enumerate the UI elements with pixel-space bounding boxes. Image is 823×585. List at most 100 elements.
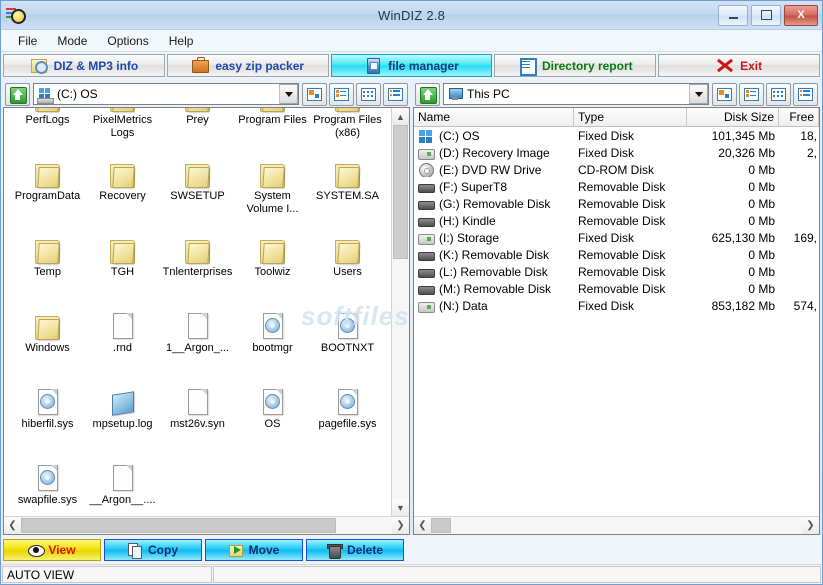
drive-row[interactable]: (F:) SuperT8Removable Disk0 Mb [414, 178, 819, 195]
file-item[interactable]: System Volume I... [235, 144, 310, 220]
column-header-name[interactable]: Name [414, 108, 574, 126]
file-item[interactable]: Toolwiz [235, 220, 310, 296]
file-item[interactable]: Prey [160, 108, 235, 144]
file-item[interactable]: swapfile.sys [10, 448, 85, 516]
file-item-label: Prey [161, 114, 235, 127]
file-item[interactable]: bootmgr [235, 296, 310, 372]
menu-file[interactable]: File [9, 32, 46, 50]
file-item[interactable]: mpsetup.log [85, 372, 160, 448]
menu-help[interactable]: Help [160, 32, 203, 50]
right-large-icons-view-button[interactable] [712, 83, 737, 106]
file-item[interactable]: Program Files [235, 108, 310, 144]
right-path-combobox[interactable]: This PC [443, 83, 709, 105]
column-header-disk-size[interactable]: Disk Size [687, 108, 779, 126]
file-item[interactable]: OS [235, 372, 310, 448]
folder-icon [184, 238, 212, 264]
menu-options[interactable]: Options [98, 32, 157, 50]
trash-icon [327, 543, 342, 557]
file-item-label: OS [236, 418, 310, 431]
file-item[interactable]: pagefile.sys [310, 372, 385, 448]
right-hscroll-left-button[interactable]: ❮ [414, 517, 431, 534]
file-item[interactable]: PerfLogs [10, 108, 85, 144]
move-button[interactable]: Move [205, 539, 303, 561]
left-path-combobox[interactable]: (C:) OS [33, 83, 299, 105]
delete-button[interactable]: Delete [306, 539, 404, 561]
right-details-view-button[interactable] [793, 83, 818, 106]
file-item[interactable]: .rnd [85, 296, 160, 372]
maximize-button[interactable] [751, 5, 781, 26]
file-item[interactable]: Windows [10, 296, 85, 372]
column-header-free[interactable]: Free [779, 108, 819, 126]
tab-file-manager[interactable]: file manager [331, 54, 493, 77]
right-hscroll-right-button[interactable]: ❯ [802, 517, 819, 534]
drive-row[interactable]: (I:) StorageFixed Disk625,130 Mb169, [414, 229, 819, 246]
file-item[interactable]: __Argon__.... [85, 448, 160, 516]
left-details-view-button[interactable] [383, 83, 408, 106]
drive-row[interactable]: (D:) Recovery ImageFixed Disk20,326 Mb2, [414, 144, 819, 161]
tab-easy-zip-packer[interactable]: easy zip packer [167, 54, 329, 77]
file-item[interactable]: Tnlenterprises [160, 220, 235, 296]
left-path-dropdown-arrow[interactable] [279, 84, 298, 104]
file-item[interactable]: Recovery [85, 144, 160, 220]
left-file-list[interactable]: PerfLogsPixelMetrics LogsPreyProgram Fil… [3, 107, 410, 535]
right-small-icons-view-button[interactable] [739, 83, 764, 106]
left-hscroll-left-button[interactable]: ❮ [4, 517, 21, 534]
right-tiles-view-button[interactable] [766, 83, 791, 106]
left-up-one-level-button[interactable] [5, 83, 30, 106]
file-item[interactable]: Temp [10, 220, 85, 296]
left-hscroll-track[interactable] [21, 517, 392, 534]
left-tiles-view-button[interactable] [356, 83, 381, 106]
file-item[interactable]: hiberfil.sys [10, 372, 85, 448]
left-scroll-up-button[interactable]: ▲ [392, 108, 409, 125]
file-item[interactable]: PixelMetrics Logs [85, 108, 160, 144]
file-item[interactable]: BOOTNXT [310, 296, 385, 372]
drive-row[interactable]: (K:) Removable DiskRemovable Disk0 Mb [414, 246, 819, 263]
drive-free-cell: 2, [779, 146, 819, 160]
left-vertical-scrollbar[interactable]: ▲ ▼ [391, 108, 409, 516]
file-item-label: Users [311, 266, 385, 279]
right-hscroll-track[interactable] [431, 517, 802, 534]
view-button[interactable]: View [3, 539, 101, 561]
drive-row[interactable]: (E:) DVD RW DriveCD-ROM Disk0 Mb [414, 161, 819, 178]
file-item-label: System Volume I... [236, 190, 310, 216]
drive-row[interactable]: (C:) OSFixed Disk101,345 Mb18, [414, 127, 819, 144]
drive-row[interactable]: (L:) Removable DiskRemovable Disk0 Mb [414, 263, 819, 280]
file-item[interactable]: mst26v.syn [160, 372, 235, 448]
column-header-type[interactable]: Type [574, 108, 687, 126]
left-scroll-down-button[interactable]: ▼ [392, 499, 409, 516]
left-scroll-thumb[interactable] [393, 125, 408, 259]
drive-row[interactable]: (M:) Removable DiskRemovable Disk0 Mb [414, 280, 819, 297]
left-hscroll-thumb[interactable] [21, 518, 336, 533]
drive-row[interactable]: (N:) DataFixed Disk853,182 Mb574, [414, 297, 819, 314]
right-up-one-level-button[interactable] [415, 83, 440, 106]
tab-exit[interactable]: Exit [658, 54, 820, 77]
file-item-label: PixelMetrics Logs [86, 114, 160, 140]
left-icon-grid: PerfLogsPixelMetrics LogsPreyProgram Fil… [4, 108, 391, 516]
file-item-label: hiberfil.sys [11, 418, 85, 431]
file-item[interactable]: 1__Argon_... [160, 296, 235, 372]
file-item[interactable]: ProgramData [10, 144, 85, 220]
right-hscroll-thumb[interactable] [431, 518, 451, 533]
tab-directory-report[interactable]: Directory report [494, 54, 656, 77]
close-button[interactable]: X [784, 5, 818, 26]
file-item[interactable]: SYSTEM.SA [310, 144, 385, 220]
file-item[interactable]: SWSETUP [160, 144, 235, 220]
menu-mode[interactable]: Mode [48, 32, 96, 50]
left-hscroll-right-button[interactable]: ❯ [392, 517, 409, 534]
left-small-icons-view-button[interactable] [329, 83, 354, 106]
left-large-icons-view-button[interactable] [302, 83, 327, 106]
minimize-button[interactable] [718, 5, 748, 26]
drive-row[interactable]: (H:) KindleRemovable Disk0 Mb [414, 212, 819, 229]
right-path-dropdown-arrow[interactable] [689, 84, 708, 104]
fixed-drive-icon [418, 231, 434, 245]
drive-row[interactable]: (G:) Removable DiskRemovable Disk0 Mb [414, 195, 819, 212]
copy-button[interactable]: Copy [104, 539, 202, 561]
left-scroll-track[interactable] [392, 125, 409, 499]
left-horizontal-scrollbar[interactable]: ❮ ❯ [4, 516, 409, 534]
file-item[interactable]: Users [310, 220, 385, 296]
file-item[interactable]: Program Files (x86) [310, 108, 385, 144]
right-horizontal-scrollbar[interactable]: ❮ ❯ [414, 516, 819, 534]
file-item[interactable]: TGH [85, 220, 160, 296]
tab-diz-mp3-info[interactable]: DIZ & MP3 info [3, 54, 165, 77]
right-drive-list[interactable]: Name Type Disk Size Free (C:) OSFixed Di… [413, 107, 820, 535]
